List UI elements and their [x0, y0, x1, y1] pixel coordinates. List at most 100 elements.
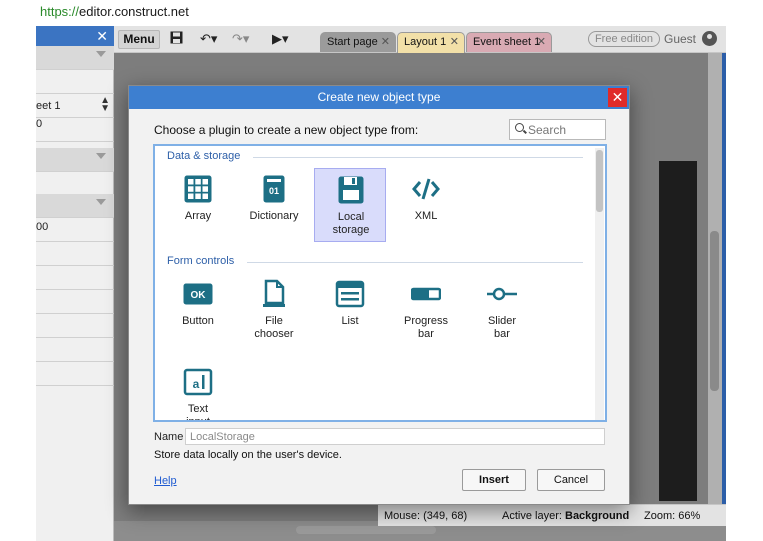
ok-button-icon: OK	[183, 283, 213, 305]
property-row[interactable]: eet 1 ▲ ▼	[36, 94, 114, 118]
undo-icon[interactable]: ↶▾	[200, 31, 217, 47]
plugin-progress-bar[interactable]: Progress bar	[390, 273, 462, 347]
spinner-icon[interactable]: ▲ ▼	[100, 96, 110, 114]
tab-layout-1[interactable]: Layout 1 ✕	[397, 32, 465, 53]
redo-icon[interactable]: ↷▾	[232, 31, 249, 47]
property-value: 0	[36, 118, 43, 130]
dialog-title: Create new object type	[317, 90, 441, 104]
close-tab-icon[interactable]: ✕	[537, 33, 546, 52]
property-row[interactable]	[36, 194, 114, 218]
plugin-label: Progress bar	[403, 315, 449, 340]
plugin-label: File chooser	[254, 315, 294, 340]
object-name-field[interactable]	[185, 428, 605, 445]
close-tab-icon[interactable]: ✕	[450, 33, 459, 52]
property-row[interactable]: 00	[36, 218, 114, 242]
property-row[interactable]	[36, 362, 114, 386]
property-row[interactable]	[36, 290, 114, 314]
plugin-dictionary[interactable]: 01 Dictionary	[238, 168, 310, 242]
insert-button[interactable]: Insert	[462, 469, 526, 491]
plugin-button[interactable]: OK Button	[162, 273, 234, 347]
plugin-label: Dictionary	[249, 210, 299, 222]
plugin-label: Local storage	[332, 211, 370, 236]
plugin-file-chooser[interactable]: File chooser	[238, 273, 310, 347]
property-row[interactable]	[36, 46, 114, 70]
section-divider	[247, 262, 583, 263]
horizontal-scrollbar-thumb[interactable]	[296, 526, 436, 534]
progress-bar-icon	[411, 287, 441, 301]
svg-text:OK: OK	[191, 290, 207, 301]
floppy-disk-icon	[338, 176, 364, 204]
help-link[interactable]: Help	[154, 475, 177, 487]
property-row[interactable]	[36, 242, 114, 266]
plugin-label: XML	[414, 210, 438, 222]
search-input[interactable]	[528, 122, 604, 137]
plugin-description: Store data locally on the user's device.	[154, 449, 342, 461]
tab-label: Event sheet 1	[473, 36, 541, 48]
property-row[interactable]	[36, 172, 114, 196]
plugin-list[interactable]: Data & storage Array 01 Dictionary Local…	[153, 144, 607, 422]
main-toolbar: Menu ↶▾ ↷▾ ▶▾ Start page ✕ Layout 1 ✕ Even…	[114, 26, 726, 53]
slider-icon	[487, 287, 517, 301]
menu-button[interactable]: Menu	[118, 30, 160, 49]
name-label: Name	[154, 431, 184, 443]
tab-label: Layout 1	[404, 36, 447, 48]
plugin-label: Slider bar	[487, 315, 517, 340]
plugin-xml[interactable]: XML	[390, 168, 462, 242]
active-layer-label: Active layer:	[502, 510, 562, 522]
url-host: editor.construct.net	[79, 4, 189, 19]
plugin-label: Text input	[186, 403, 210, 422]
plugin-slider-bar[interactable]: Slider bar	[466, 273, 538, 347]
plugin-label: Array	[184, 210, 212, 222]
plugin-list-scrollbar-thumb[interactable]	[596, 150, 603, 212]
properties-panel: ✕ eet 1 ▲ ▼ 0 00	[36, 26, 114, 541]
vertical-scrollbar-thumb[interactable]	[710, 231, 719, 391]
search-icon	[515, 123, 524, 132]
grid-icon	[184, 175, 212, 203]
tab-event-sheet-1[interactable]: Event sheet 1 ✕	[466, 32, 552, 52]
text-input-icon: a	[183, 368, 213, 396]
user-name[interactable]: Guest	[664, 32, 696, 46]
url-text[interactable]: https://editor.construct.net	[40, 4, 189, 19]
properties-panel-header: ✕	[36, 26, 114, 46]
close-tab-icon[interactable]: ✕	[381, 33, 390, 52]
url-scheme: https://	[40, 4, 80, 19]
property-row[interactable]: 0	[36, 118, 114, 142]
code-brackets-icon	[412, 178, 440, 200]
plugin-text-input[interactable]: a Text input	[162, 361, 234, 422]
browser-address-bar[interactable]: https://editor.construct.net	[0, 0, 763, 24]
property-row[interactable]	[36, 338, 114, 362]
chevron-down-icon[interactable]	[96, 51, 106, 57]
svg-text:01: 01	[269, 186, 279, 196]
chevron-down-icon[interactable]	[96, 199, 106, 205]
mouse-position: Mouse: (349, 68)	[384, 510, 468, 522]
plugin-local-storage[interactable]: Local storage	[314, 168, 386, 242]
close-icon[interactable]: ✕	[608, 88, 627, 107]
save-icon[interactable]	[170, 31, 183, 47]
list-icon	[335, 280, 365, 308]
tab-start-page[interactable]: Start page ✕	[320, 32, 396, 52]
plugin-label: Button	[182, 315, 214, 327]
property-row[interactable]	[36, 70, 114, 94]
chevron-down-icon[interactable]	[96, 153, 106, 159]
plugin-list-item[interactable]: List	[314, 273, 386, 347]
edition-badge[interactable]: Free edition	[588, 31, 660, 47]
section-title: Form controls	[167, 255, 235, 267]
property-row[interactable]	[36, 314, 114, 338]
active-layer-value: Background	[565, 510, 630, 522]
layout-area[interactable]	[659, 161, 697, 501]
cancel-button[interactable]: Cancel	[537, 469, 605, 491]
close-panel-icon[interactable]: ✕	[96, 28, 108, 45]
property-row[interactable]	[36, 148, 114, 172]
dialog-title-bar: Create new object type ✕	[129, 86, 629, 109]
plugin-array[interactable]: Array	[162, 168, 234, 242]
property-row[interactable]	[36, 266, 114, 290]
file-icon	[263, 279, 285, 307]
search-box[interactable]	[509, 119, 606, 140]
play-icon[interactable]: ▶▾	[272, 31, 289, 47]
user-icon[interactable]	[702, 31, 717, 46]
create-object-dialog: Create new object type ✕ Choose a plugin…	[128, 85, 630, 505]
status-bar: Mouse: (349, 68) Active layer: Backgroun…	[378, 504, 726, 526]
right-panel-edge	[722, 53, 726, 521]
dialog-prompt: Choose a plugin to create a new object t…	[154, 123, 419, 137]
tab-label: Start page	[327, 36, 378, 48]
